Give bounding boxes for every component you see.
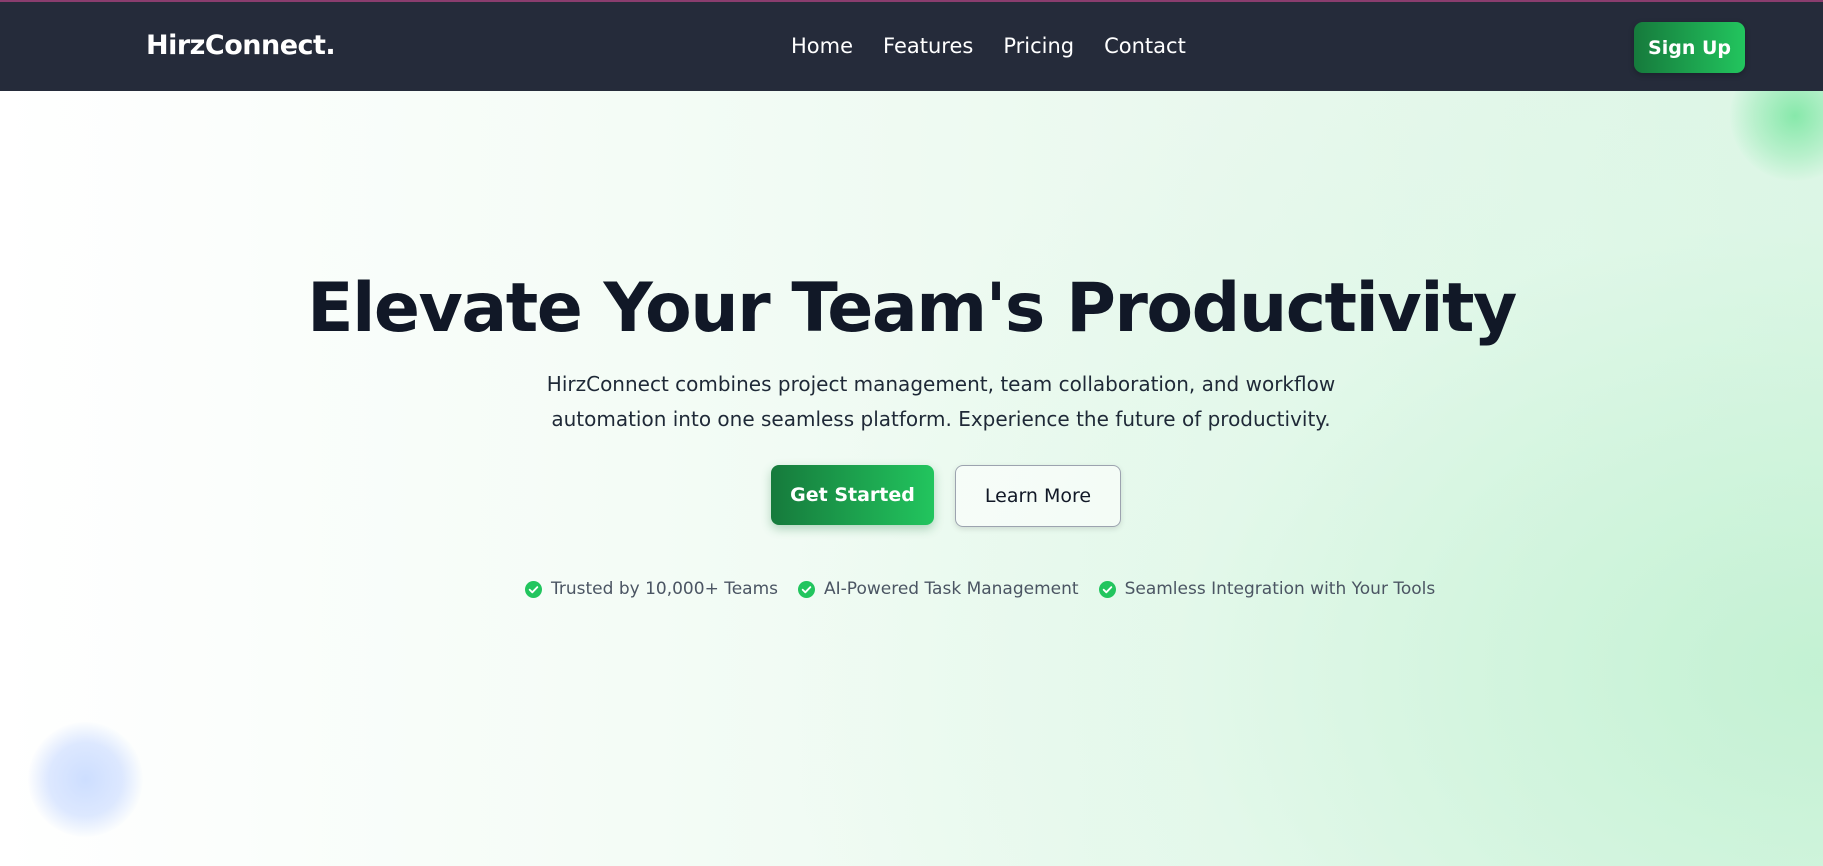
get-started-button[interactable]: Get Started — [771, 465, 934, 525]
hero-title: Elevate Your Team's Productivity — [307, 269, 1517, 348]
feature-label: Trusted by 10,000+ Teams — [551, 579, 779, 599]
decorative-blue-blob — [28, 722, 143, 837]
check-circle-icon — [525, 580, 542, 598]
sign-up-button[interactable]: Sign Up — [1634, 22, 1745, 73]
feature-item-integration: Seamless Integration with Your Tools — [1098, 579, 1436, 599]
check-circle-icon — [798, 580, 816, 598]
decorative-green-blob — [1730, 91, 1823, 181]
brand-logo[interactable]: HirzConnect. — [146, 30, 336, 61]
feature-label: Seamless Integration with Your Tools — [1124, 579, 1436, 599]
cta-button-group: Get Started Learn More — [771, 465, 1121, 527]
hero-subtitle: HirzConnect combines project management,… — [546, 372, 1336, 431]
check-circle-icon — [1098, 580, 1116, 598]
nav-link-pricing[interactable]: Pricing — [1003, 34, 1074, 58]
feature-highlights: Trusted by 10,000+ Teams AI-Powered Task… — [525, 579, 1435, 599]
feature-item-ai: AI-Powered Task Management — [798, 579, 1079, 599]
hero-section: Elevate Your Team's Productivity HirzCon… — [0, 91, 1823, 866]
top-navbar: HirzConnect. Home Features Pricing Conta… — [0, 0, 1823, 91]
nav-link-home[interactable]: Home — [791, 34, 853, 58]
feature-item-trusted: Trusted by 10,000+ Teams — [525, 579, 778, 599]
nav-link-contact[interactable]: Contact — [1104, 34, 1186, 58]
main-nav: Home Features Pricing Contact — [791, 34, 1186, 58]
learn-more-button[interactable]: Learn More — [955, 465, 1121, 527]
feature-label: AI-Powered Task Management — [824, 579, 1079, 599]
nav-link-features[interactable]: Features — [883, 34, 973, 58]
